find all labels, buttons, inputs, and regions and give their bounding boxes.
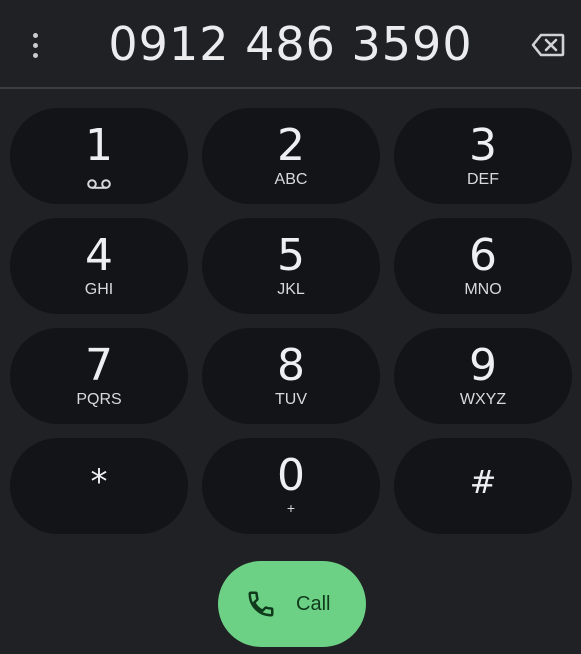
key-letters: PQRS xyxy=(76,391,122,408)
key-5[interactable]: 5 JKL xyxy=(202,218,380,314)
backspace-icon xyxy=(531,33,565,57)
key-9[interactable]: 9 WXYZ xyxy=(394,328,572,424)
more-options-button[interactable] xyxy=(20,28,50,62)
key-4[interactable]: 4 GHI xyxy=(10,218,188,314)
key-1[interactable]: 1 xyxy=(10,108,188,204)
key-star[interactable]: * xyxy=(10,438,188,534)
key-digit: 1 xyxy=(85,120,113,171)
key-digit: * xyxy=(90,462,108,502)
key-7[interactable]: 7 PQRS xyxy=(10,328,188,424)
key-digit: 9 xyxy=(469,340,497,391)
more-vert-icon xyxy=(32,32,38,38)
key-letters: + xyxy=(286,500,296,516)
phone-icon xyxy=(248,591,274,617)
call-label: Call xyxy=(296,593,331,615)
header-divider xyxy=(0,87,581,89)
dialer-header: 0912 486 3590 xyxy=(0,0,581,88)
key-digit: 4 xyxy=(85,230,113,281)
key-digit: 2 xyxy=(277,120,305,171)
key-hash[interactable]: # xyxy=(394,438,572,534)
key-digit: 8 xyxy=(277,340,305,391)
call-button[interactable]: Call xyxy=(218,561,366,647)
key-2[interactable]: 2 ABC xyxy=(202,108,380,204)
key-digit: 5 xyxy=(277,230,305,281)
key-letters: MNO xyxy=(464,281,502,298)
voicemail-icon xyxy=(87,179,111,189)
key-letters: ABC xyxy=(274,171,308,188)
key-digit: 3 xyxy=(469,120,497,171)
key-digit: 7 xyxy=(85,340,113,391)
key-letters: GHI xyxy=(84,281,114,298)
key-letters: DEF xyxy=(467,171,499,188)
key-6[interactable]: 6 MNO xyxy=(394,218,572,314)
key-letters: JKL xyxy=(277,281,305,298)
key-3[interactable]: 3 DEF xyxy=(394,108,572,204)
key-8[interactable]: 8 TUV xyxy=(202,328,380,424)
key-letters: TUV xyxy=(275,391,307,408)
key-0[interactable]: 0 + xyxy=(202,438,380,534)
backspace-button[interactable] xyxy=(526,28,570,62)
key-digit: # xyxy=(469,463,497,501)
key-letters: WXYZ xyxy=(459,391,507,408)
key-digit: 6 xyxy=(469,230,497,281)
dialed-number[interactable]: 0912 486 3590 xyxy=(60,14,521,74)
key-digit: 0 xyxy=(277,450,305,501)
